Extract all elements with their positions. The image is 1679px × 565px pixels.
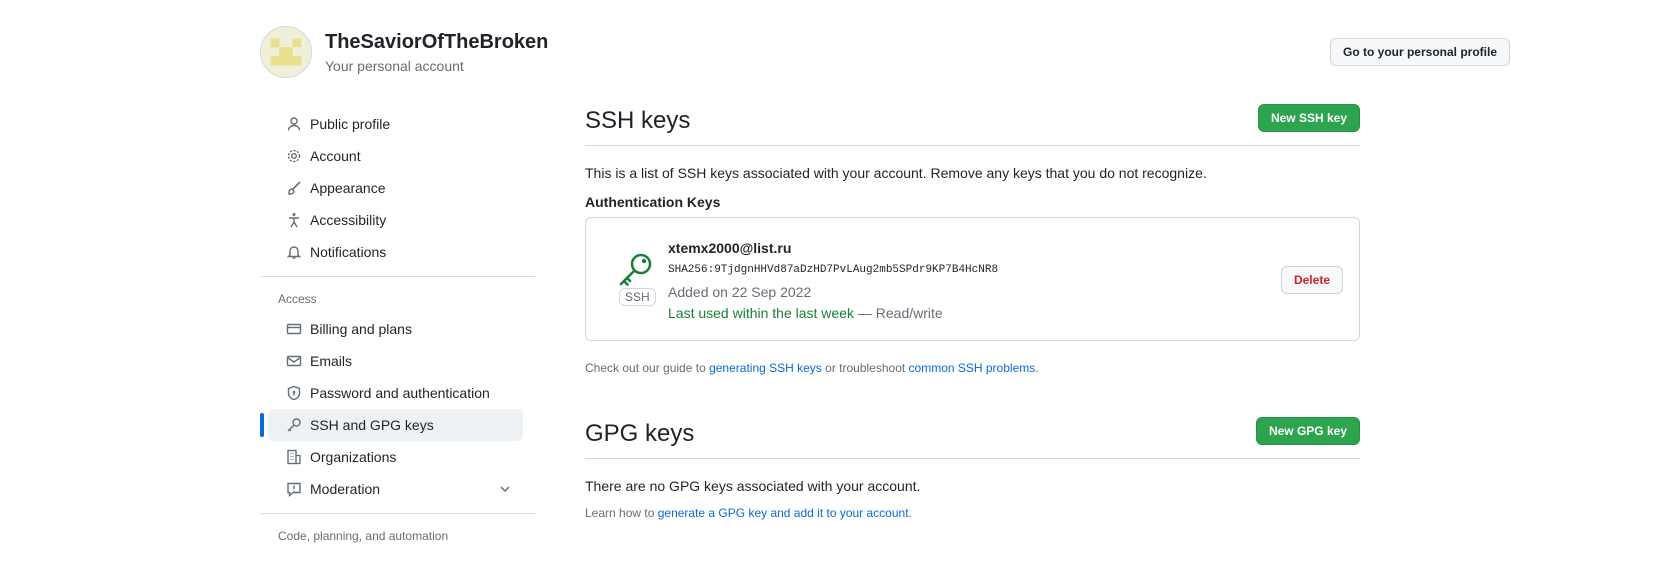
sidebar-divider — [260, 276, 535, 277]
sidebar-item-label: Appearance — [310, 180, 386, 196]
learn-prefix: Learn how to — [585, 506, 658, 520]
ssh-description: This is a list of SSH keys associated wi… — [585, 165, 1207, 181]
gpg-keys-title: GPG keys — [585, 420, 695, 447]
sidebar-item-label: Notifications — [310, 244, 387, 260]
generating-ssh-keys-link[interactable]: generating SSH keys — [709, 361, 822, 375]
shield-lock-icon — [286, 385, 302, 401]
key-added-date: Added on 22 Sep 2022 — [668, 284, 812, 300]
ssh-key-item: SSH xtemx2000@list.ru SHA256:9TjdgnHHVd8… — [585, 217, 1360, 341]
ssh-section-header: SSH keys New SSH key — [585, 100, 1360, 146]
bell-icon — [286, 244, 302, 260]
guide-prefix: Check out our guide to — [585, 361, 710, 375]
key-last-used-text: Last used within the last week — [668, 305, 854, 321]
chevron-down-icon[interactable] — [497, 481, 513, 497]
sidebar-item-organizations[interactable]: Organizations — [268, 441, 523, 473]
sidebar-item-ssh-gpg-keys[interactable]: SSH and GPG keys — [260, 409, 523, 441]
sidebar-item-public-profile[interactable]: Public profile — [268, 108, 523, 140]
authentication-keys-heading: Authentication Keys — [585, 194, 721, 210]
sidebar-item-label: Account — [310, 148, 361, 164]
new-ssh-key-button[interactable]: New SSH key — [1257, 104, 1360, 132]
key-last-used: Last used within the last week — Read/wr… — [668, 305, 943, 321]
sidebar-item-appearance[interactable]: Appearance — [268, 172, 523, 204]
ssh-keys-title: SSH keys — [585, 107, 691, 134]
organization-icon — [286, 449, 302, 465]
credit-card-icon — [286, 321, 302, 337]
person-icon — [286, 116, 302, 132]
new-gpg-key-button[interactable]: New GPG key — [1255, 417, 1360, 445]
sidebar-item-label: SSH and GPG keys — [310, 417, 434, 433]
ssh-badge: SSH — [619, 288, 656, 306]
main-content: SSH keys New SSH key This is a list of S… — [585, 100, 1360, 520]
key-fingerprint: SHA256:9TjdgnHHVd87aDzHD7PvLAug2mb5SPdr9… — [668, 264, 999, 276]
account-subtitle: Your personal account — [325, 58, 464, 74]
report-icon — [286, 481, 302, 497]
account-header: TheSaviorOfTheBroken Your personal accou… — [260, 26, 1510, 78]
key-title: xtemx2000@list.ru — [668, 240, 792, 256]
sidebar-item-label: Billing and plans — [310, 321, 412, 337]
common-ssh-problems-link[interactable]: common SSH problems — [909, 361, 1036, 375]
key-icon — [619, 253, 652, 286]
sidebar-item-billing[interactable]: Billing and plans — [268, 313, 523, 345]
avatar[interactable] — [260, 26, 312, 78]
sidebar-item-label: Moderation — [310, 481, 381, 497]
guide-suffix: . — [1035, 361, 1039, 375]
sidebar-item-notifications[interactable]: Notifications — [268, 236, 523, 268]
mail-icon — [286, 353, 302, 369]
sidebar-heading-code: Code, planning, and automation — [278, 529, 449, 543]
sidebar-item-label: Public profile — [310, 116, 391, 132]
key-access-level: — Read/write — [854, 305, 943, 321]
sidebar-item-accessibility[interactable]: Accessibility — [268, 204, 523, 236]
sidebar-item-moderation[interactable]: Moderation — [268, 473, 523, 505]
sidebar-item-password-auth[interactable]: Password and authentication — [268, 377, 523, 409]
paintbrush-icon — [286, 180, 302, 196]
delete-key-button[interactable]: Delete — [1280, 266, 1343, 294]
sidebar-divider — [260, 513, 535, 514]
guide-mid: or troubleshoot — [821, 361, 909, 375]
gpg-learn-text: Learn how to generate a GPG key and add … — [585, 506, 1360, 520]
sidebar-item-label: Emails — [310, 353, 353, 369]
sidebar-item-account[interactable]: Account — [268, 140, 523, 172]
gpg-empty-text: There are no GPG keys associated with yo… — [585, 478, 921, 494]
sidebar-item-emails[interactable]: Emails — [268, 345, 523, 377]
ssh-guide-text: Check out our guide to generating SSH ke… — [585, 361, 1360, 375]
account-username: TheSaviorOfTheBroken — [325, 31, 549, 53]
gear-icon — [286, 148, 302, 164]
gpg-section-header: GPG keys New GPG key — [585, 413, 1360, 459]
sidebar-item-label: Password and authentication — [310, 385, 490, 401]
key-icon — [286, 417, 302, 433]
generate-gpg-key-link[interactable]: generate a GPG key and add it to your ac… — [658, 506, 909, 520]
learn-suffix: . — [908, 506, 912, 520]
go-to-profile-button[interactable]: Go to your personal profile — [1329, 38, 1510, 66]
accessibility-icon — [286, 212, 302, 228]
sidebar-item-label: Accessibility — [310, 212, 387, 228]
sidebar-heading-access: Access — [278, 292, 317, 306]
settings-sidebar: Public profile Account Appearance Access… — [260, 108, 535, 550]
sidebar-item-label: Organizations — [310, 449, 397, 465]
